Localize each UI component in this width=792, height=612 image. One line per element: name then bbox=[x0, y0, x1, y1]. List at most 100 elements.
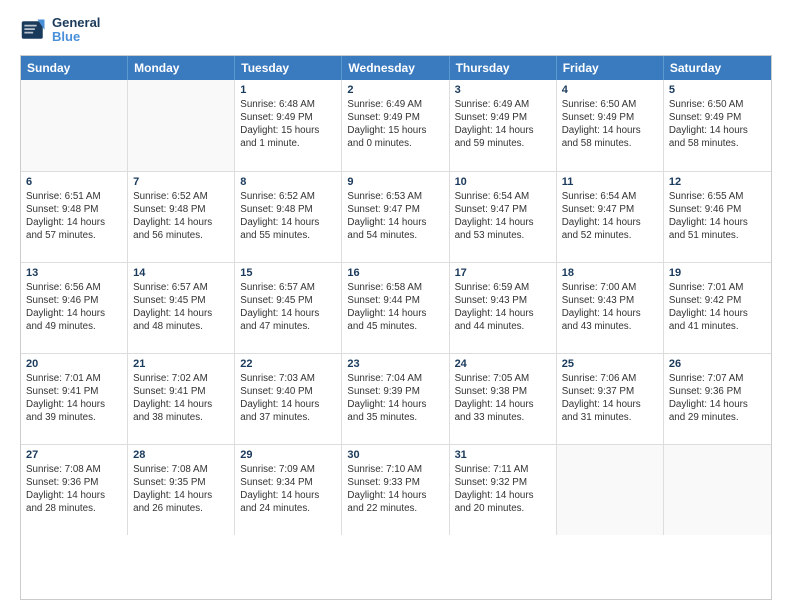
day-number: 9 bbox=[347, 176, 443, 188]
day-info: Sunrise: 6:59 AMSunset: 9:43 PMDaylight:… bbox=[455, 281, 551, 334]
day-info: Sunrise: 6:54 AMSunset: 9:47 PMDaylight:… bbox=[562, 190, 658, 243]
calendar-cell: 17 Sunrise: 6:59 AMSunset: 9:43 PMDayligh… bbox=[450, 263, 557, 353]
day-number: 4 bbox=[562, 84, 658, 96]
day-number: 2 bbox=[347, 84, 443, 96]
day-info: Sunrise: 6:49 AMSunset: 9:49 PMDaylight:… bbox=[347, 98, 443, 151]
day-number: 29 bbox=[240, 449, 336, 461]
calendar-cell: 15Sunrise: 6:57 AMSunset: 9:45 PMDayligh… bbox=[235, 263, 342, 353]
day-number: 19 bbox=[669, 267, 766, 279]
day-number: 13 bbox=[26, 267, 122, 279]
day-info: Sunrise: 7:02 AMSunset: 9:41 PMDaylight:… bbox=[133, 372, 229, 425]
calendar-week: 13Sunrise: 6:56 AMSunset: 9:46 PMDayligh… bbox=[21, 262, 771, 353]
calendar-week: 27Sunrise: 7:08 AMSunset: 9:36 PMDayligh… bbox=[21, 444, 771, 535]
day-info: Sunrise: 7:05 AMSunset: 9:38 PMDaylight:… bbox=[455, 372, 551, 425]
day-info: Sunrise: 7:03 AMSunset: 9:40 PMDaylight:… bbox=[240, 372, 336, 425]
calendar-body: 1 Sunrise: 6:48 AMSunset: 9:49 PMDaylight… bbox=[21, 80, 771, 535]
day-info: Sunrise: 7:08 AMSunset: 9:35 PMDaylight:… bbox=[133, 463, 229, 516]
day-info: Sunrise: 6:51 AMSunset: 9:48 PMDaylight:… bbox=[26, 190, 122, 243]
day-number: 27 bbox=[26, 449, 122, 461]
calendar-cell: 13Sunrise: 6:56 AMSunset: 9:46 PMDayligh… bbox=[21, 263, 128, 353]
day-info: Sunrise: 6:50 AMSunset: 9:49 PMDaylight:… bbox=[669, 98, 766, 151]
day-info: Sunrise: 7:10 AMSunset: 9:33 PMDaylight:… bbox=[347, 463, 443, 516]
logo: General Blue bbox=[20, 16, 100, 45]
calendar-cell: 7 Sunrise: 6:52 AMSunset: 9:48 PMDaylight… bbox=[128, 172, 235, 262]
calendar-cell: 29Sunrise: 7:09 AMSunset: 9:34 PMDayligh… bbox=[235, 445, 342, 535]
calendar: SundayMondayTuesdayWednesdayThursdayFrid… bbox=[20, 55, 772, 600]
calendar-cell bbox=[557, 445, 664, 535]
calendar-cell: 2 Sunrise: 6:49 AMSunset: 9:49 PMDaylight… bbox=[342, 80, 449, 171]
calendar-cell: 22 Sunrise: 7:03 AMSunset: 9:40 PMDayligh… bbox=[235, 354, 342, 444]
day-number: 26 bbox=[669, 358, 766, 370]
day-info: Sunrise: 6:50 AMSunset: 9:49 PMDaylight:… bbox=[562, 98, 658, 151]
day-info: Sunrise: 7:11 AMSunset: 9:32 PMDaylight:… bbox=[455, 463, 551, 516]
weekday-header: Friday bbox=[557, 56, 664, 80]
day-info: Sunrise: 6:57 AMSunset: 9:45 PMDaylight:… bbox=[133, 281, 229, 334]
day-number: 17 bbox=[455, 267, 551, 279]
day-info: Sunrise: 7:00 AMSunset: 9:43 PMDaylight:… bbox=[562, 281, 658, 334]
header: General Blue bbox=[20, 16, 772, 45]
day-number: 16 bbox=[347, 267, 443, 279]
day-number: 21 bbox=[133, 358, 229, 370]
calendar-cell: 28Sunrise: 7:08 AMSunset: 9:35 PMDayligh… bbox=[128, 445, 235, 535]
day-info: Sunrise: 7:07 AMSunset: 9:36 PMDaylight:… bbox=[669, 372, 766, 425]
day-info: Sunrise: 6:49 AMSunset: 9:49 PMDaylight:… bbox=[455, 98, 551, 151]
calendar-cell: 11Sunrise: 6:54 AMSunset: 9:47 PMDayligh… bbox=[557, 172, 664, 262]
logo-text: General Blue bbox=[52, 16, 100, 45]
calendar-cell: 19 Sunrise: 7:01 AMSunset: 9:42 PMDayligh… bbox=[664, 263, 771, 353]
day-number: 8 bbox=[240, 176, 336, 188]
day-info: Sunrise: 6:48 AMSunset: 9:49 PMDaylight:… bbox=[240, 98, 336, 151]
calendar-week: 1 Sunrise: 6:48 AMSunset: 9:49 PMDaylight… bbox=[21, 80, 771, 171]
day-number: 23 bbox=[347, 358, 443, 370]
day-info: Sunrise: 6:57 AMSunset: 9:45 PMDaylight:… bbox=[240, 281, 336, 334]
calendar-cell: 27Sunrise: 7:08 AMSunset: 9:36 PMDayligh… bbox=[21, 445, 128, 535]
weekday-header: Tuesday bbox=[235, 56, 342, 80]
day-number: 12 bbox=[669, 176, 766, 188]
day-number: 14 bbox=[133, 267, 229, 279]
day-info: Sunrise: 7:01 AMSunset: 9:41 PMDaylight:… bbox=[26, 372, 122, 425]
logo-icon bbox=[20, 16, 48, 44]
calendar-cell: 4 Sunrise: 6:50 AMSunset: 9:49 PMDaylight… bbox=[557, 80, 664, 171]
day-number: 10 bbox=[455, 176, 551, 188]
day-number: 5 bbox=[669, 84, 766, 96]
calendar-cell: 8Sunrise: 6:52 AMSunset: 9:48 PMDaylight… bbox=[235, 172, 342, 262]
calendar-cell: 31 Sunrise: 7:11 AMSunset: 9:32 PMDayligh… bbox=[450, 445, 557, 535]
weekday-header: Thursday bbox=[450, 56, 557, 80]
calendar-cell bbox=[21, 80, 128, 171]
weekday-header: Wednesday bbox=[342, 56, 449, 80]
weekday-header: Sunday bbox=[21, 56, 128, 80]
day-number: 22 bbox=[240, 358, 336, 370]
day-info: Sunrise: 7:01 AMSunset: 9:42 PMDaylight:… bbox=[669, 281, 766, 334]
calendar-cell: 26 Sunrise: 7:07 AMSunset: 9:36 PMDayligh… bbox=[664, 354, 771, 444]
day-number: 1 bbox=[240, 84, 336, 96]
day-info: Sunrise: 6:58 AMSunset: 9:44 PMDaylight:… bbox=[347, 281, 443, 334]
calendar-cell: 24 Sunrise: 7:05 AMSunset: 9:38 PMDayligh… bbox=[450, 354, 557, 444]
day-info: Sunrise: 6:53 AMSunset: 9:47 PMDaylight:… bbox=[347, 190, 443, 243]
calendar-cell: 21 Sunrise: 7:02 AMSunset: 9:41 PMDayligh… bbox=[128, 354, 235, 444]
page: General Blue SundayMondayTuesdayWednesda… bbox=[0, 0, 792, 612]
day-number: 30 bbox=[347, 449, 443, 461]
day-number: 31 bbox=[455, 449, 551, 461]
calendar-cell: 14 Sunrise: 6:57 AMSunset: 9:45 PMDayligh… bbox=[128, 263, 235, 353]
day-number: 20 bbox=[26, 358, 122, 370]
calendar-cell bbox=[128, 80, 235, 171]
calendar-cell: 18Sunrise: 7:00 AMSunset: 9:43 PMDayligh… bbox=[557, 263, 664, 353]
calendar-cell: 25Sunrise: 7:06 AMSunset: 9:37 PMDayligh… bbox=[557, 354, 664, 444]
day-info: Sunrise: 7:04 AMSunset: 9:39 PMDaylight:… bbox=[347, 372, 443, 425]
calendar-week: 20 Sunrise: 7:01 AMSunset: 9:41 PMDayligh… bbox=[21, 353, 771, 444]
calendar-cell: 3Sunrise: 6:49 AMSunset: 9:49 PMDaylight… bbox=[450, 80, 557, 171]
calendar-cell: 10 Sunrise: 6:54 AMSunset: 9:47 PMDayligh… bbox=[450, 172, 557, 262]
calendar-cell: 23 Sunrise: 7:04 AMSunset: 9:39 PMDayligh… bbox=[342, 354, 449, 444]
calendar-cell: 1 Sunrise: 6:48 AMSunset: 9:49 PMDaylight… bbox=[235, 80, 342, 171]
calendar-cell: 16 Sunrise: 6:58 AMSunset: 9:44 PMDayligh… bbox=[342, 263, 449, 353]
calendar-cell: 30 Sunrise: 7:10 AMSunset: 9:33 PMDayligh… bbox=[342, 445, 449, 535]
day-info: Sunrise: 6:54 AMSunset: 9:47 PMDaylight:… bbox=[455, 190, 551, 243]
day-info: Sunrise: 7:06 AMSunset: 9:37 PMDaylight:… bbox=[562, 372, 658, 425]
calendar-cell bbox=[664, 445, 771, 535]
weekday-header: Saturday bbox=[664, 56, 771, 80]
day-info: Sunrise: 6:52 AMSunset: 9:48 PMDaylight:… bbox=[133, 190, 229, 243]
calendar-cell: 12Sunrise: 6:55 AMSunset: 9:46 PMDayligh… bbox=[664, 172, 771, 262]
day-number: 24 bbox=[455, 358, 551, 370]
day-number: 7 bbox=[133, 176, 229, 188]
calendar-cell: 9 Sunrise: 6:53 AMSunset: 9:47 PMDaylight… bbox=[342, 172, 449, 262]
day-number: 6 bbox=[26, 176, 122, 188]
